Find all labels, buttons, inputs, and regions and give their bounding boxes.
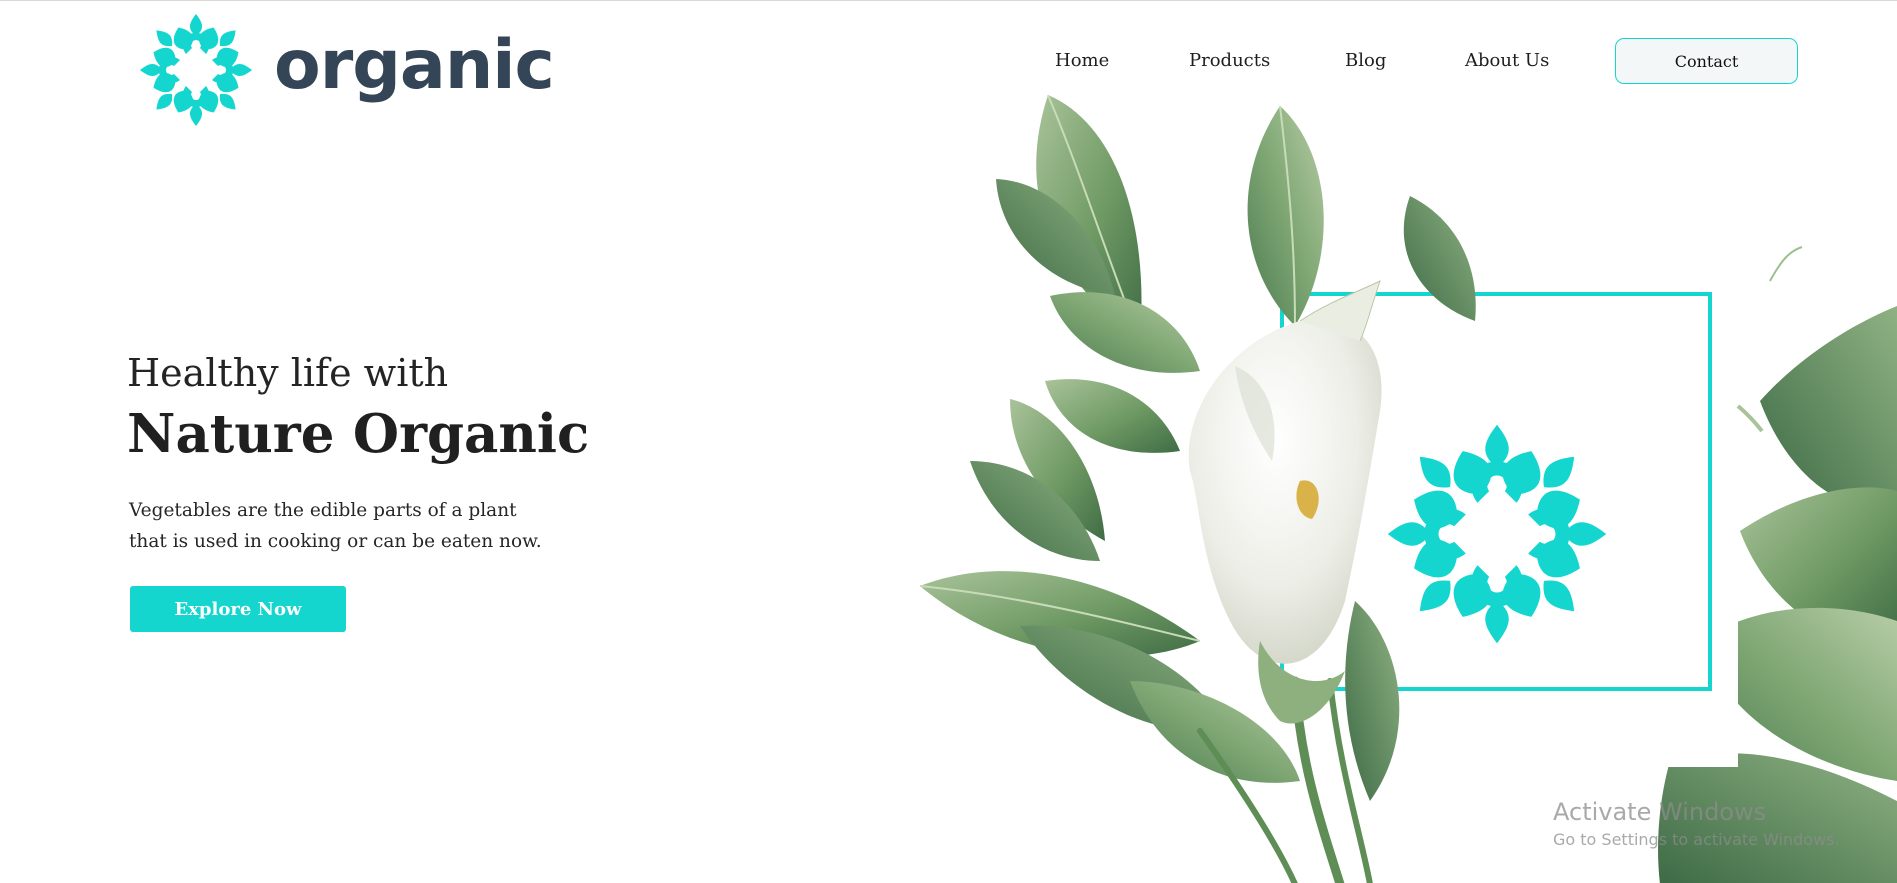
brand-logo[interactable]: organic [134,11,555,129]
calla-lily-illustration [919,94,1897,883]
contact-button[interactable]: Contact [1615,38,1798,84]
nav-item-home[interactable]: Home [1055,50,1109,71]
explore-now-button[interactable]: Explore Now [130,586,346,632]
watermark-subtitle: Go to Settings to activate Windows. [1553,830,1840,849]
nav-item-blog[interactable]: Blog [1345,50,1386,71]
hero-description: Vegetables are the edible parts of a pla… [129,495,589,557]
activate-windows-watermark: Activate Windows Go to Settings to activ… [1553,798,1840,849]
watermark-title: Activate Windows [1553,798,1767,826]
hero-title: Nature Organic [127,403,590,465]
brand-name: organic [274,26,555,105]
nav-item-about-us[interactable]: About Us [1465,50,1549,71]
mandala-icon [140,14,252,126]
hero-description-line: Vegetables are the edible parts of a pla… [129,500,517,521]
nav-item-products[interactable]: Products [1189,50,1270,71]
hero-description-line: that is used in cooking or can be eaten … [129,531,542,552]
hero-subtitle: Healthy life with [127,351,449,395]
